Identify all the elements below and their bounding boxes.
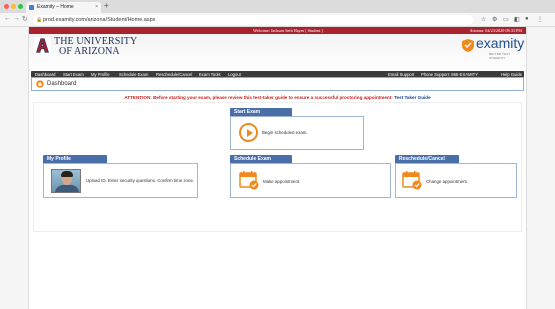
calendar-check-icon bbox=[402, 171, 422, 190]
examity-tagline: BETTER TEST INTEGRITY bbox=[489, 52, 511, 60]
attention-text: ATTENTION: Before starting your exam, pl… bbox=[124, 95, 393, 100]
extension-icon[interactable]: ⚙ bbox=[492, 16, 497, 23]
page: Welcome: Jackson Seth Hayes [ Student ] … bbox=[28, 27, 527, 309]
home-icon bbox=[36, 80, 44, 88]
cast-icon[interactable]: ▭ bbox=[503, 16, 509, 23]
schedule-exam-desc: Make appointment. bbox=[263, 179, 301, 184]
favicon-icon bbox=[29, 5, 34, 10]
university-name: THE UNIVERSITY OF ARIZONA bbox=[54, 37, 137, 57]
reschedule-desc: Change appointment. bbox=[426, 179, 468, 184]
dashboard-header: Dashboard bbox=[31, 77, 524, 91]
my-profile-tab[interactable]: My Profile bbox=[43, 155, 107, 163]
star-icon[interactable]: ☆ bbox=[481, 16, 486, 23]
reschedule-card[interactable]: Change appointment. bbox=[395, 163, 517, 198]
my-profile-desc: Upload ID. Enter security questions. Con… bbox=[86, 178, 195, 183]
welcome-text: Welcome: Jackson Seth Hayes [ Student ] bbox=[253, 28, 323, 33]
forward-icon[interactable]: → bbox=[13, 15, 20, 22]
reschedule-tab[interactable]: Reschedule/Cancel bbox=[395, 155, 459, 163]
welcome-strip: Welcome: Jackson Seth Hayes [ Student ] … bbox=[29, 27, 526, 34]
reload-icon[interactable]: ↻ bbox=[22, 15, 28, 23]
menu-icon[interactable]: ⋮ bbox=[537, 16, 543, 23]
start-exam-card[interactable]: Begin scheduled exam. bbox=[230, 116, 364, 150]
back-icon[interactable]: ← bbox=[4, 15, 11, 22]
attention-banner: ATTENTION: Before starting your exam, pl… bbox=[29, 95, 526, 100]
schedule-exam-tab[interactable]: Schedule Exam bbox=[230, 155, 292, 163]
browser-tab[interactable]: Examity – Home × bbox=[26, 2, 101, 13]
my-profile-card[interactable]: Upload ID. Enter security questions. Con… bbox=[43, 163, 198, 198]
avatar bbox=[51, 169, 81, 193]
lock-icon: 🔒 bbox=[36, 17, 43, 23]
examity-shield-icon bbox=[462, 39, 474, 52]
start-exam-desc: Begin scheduled exam. bbox=[262, 130, 308, 135]
calendar-check-icon bbox=[239, 171, 259, 190]
university-line2: OF ARIZONA bbox=[59, 46, 120, 57]
page-title: Dashboard bbox=[47, 81, 77, 87]
browser-tab-strip: Examity – Home × + bbox=[0, 0, 555, 13]
url-text: prod.examity.com/arizona/Student/Home.as… bbox=[43, 17, 156, 23]
avatar-body bbox=[55, 185, 79, 192]
avatar-hair bbox=[61, 171, 73, 177]
test-taker-guide-link[interactable]: Test Taker Guide bbox=[394, 95, 431, 100]
close-tab-icon[interactable]: × bbox=[95, 2, 98, 13]
start-exam-tab[interactable]: Start Exam bbox=[230, 108, 292, 116]
minimize-window-dot[interactable] bbox=[11, 4, 16, 9]
tab-title: Examity – Home bbox=[37, 4, 74, 10]
address-bar-row: ← → ↻ 🔒 prod.examity.com/arizona/Student… bbox=[0, 13, 555, 27]
url-field[interactable]: 🔒 prod.examity.com/arizona/Student/Home.… bbox=[33, 15, 473, 25]
ua-logo-icon bbox=[34, 37, 51, 54]
close-window-dot[interactable] bbox=[4, 4, 9, 9]
examity-brand: examity bbox=[476, 35, 525, 51]
profile-icon[interactable]: ● bbox=[525, 16, 529, 22]
zoom-window-dot[interactable] bbox=[18, 4, 23, 9]
dashboard-panel: Start Exam Begin scheduled exam. My Prof… bbox=[33, 102, 522, 232]
puzzle-icon[interactable]: ◧ bbox=[514, 16, 520, 23]
play-icon[interactable] bbox=[239, 123, 258, 142]
new-tab-button[interactable]: + bbox=[104, 1, 109, 10]
schedule-exam-card[interactable]: Make appointment. bbox=[230, 163, 391, 198]
datetime-text: Arizona: 04/23/2020 08:33 PM bbox=[469, 28, 522, 33]
